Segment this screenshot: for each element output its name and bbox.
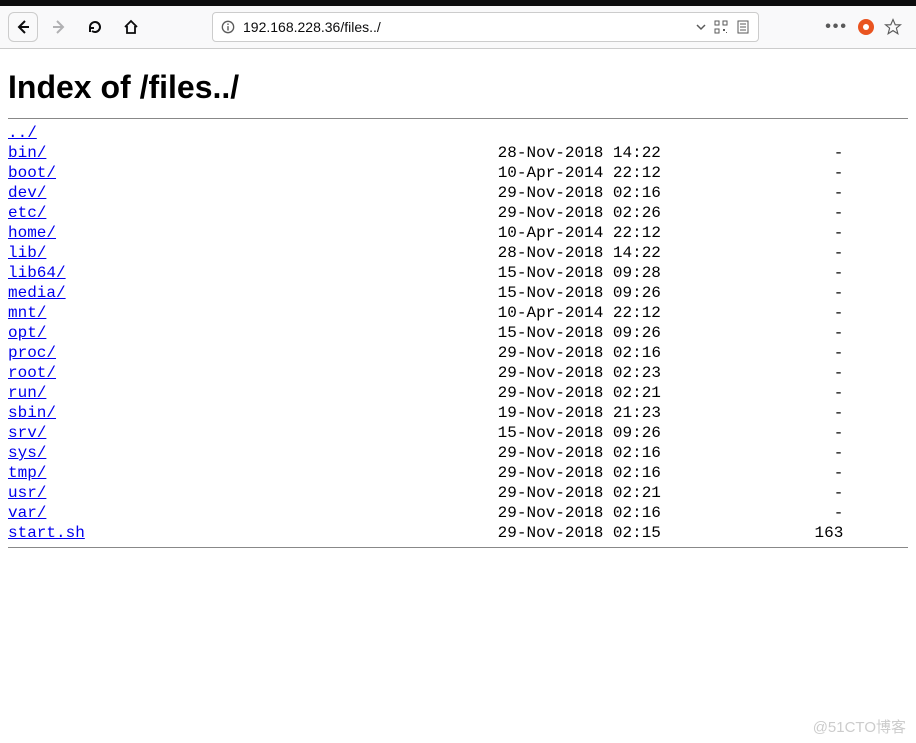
divider-top	[8, 118, 908, 119]
divider-bottom	[8, 547, 908, 548]
ubuntu-icon[interactable]	[858, 19, 874, 35]
listing-link[interactable]: srv/	[8, 424, 46, 442]
listing-link[interactable]: opt/	[8, 324, 46, 342]
listing-link[interactable]: mnt/	[8, 304, 46, 322]
listing-link[interactable]: root/	[8, 364, 56, 382]
listing-link[interactable]: start.sh	[8, 524, 85, 542]
listing-link[interactable]: tmp/	[8, 464, 46, 482]
listing-link[interactable]: lib/	[8, 244, 46, 262]
page-title: Index of /files../	[8, 69, 908, 106]
forward-button[interactable]	[44, 12, 74, 42]
reader-mode-icon[interactable]	[736, 20, 750, 34]
home-icon	[123, 19, 139, 35]
url-text[interactable]: 192.168.228.36/files../	[243, 19, 688, 35]
listing-link[interactable]: bin/	[8, 144, 46, 162]
reload-icon	[87, 19, 103, 35]
back-button[interactable]	[8, 12, 38, 42]
meatballs-icon[interactable]: •••	[825, 18, 848, 36]
home-button[interactable]	[116, 12, 146, 42]
arrow-right-icon	[51, 19, 67, 35]
listing-link[interactable]: proc/	[8, 344, 56, 362]
watermark: @51CTO博客	[813, 716, 906, 737]
toolbar: 192.168.228.36/files../ •••	[0, 6, 916, 48]
url-bar[interactable]: 192.168.228.36/files../	[212, 12, 759, 42]
listing-link[interactable]: etc/	[8, 204, 46, 222]
reload-button[interactable]	[80, 12, 110, 42]
parent-dir-link[interactable]: ../	[8, 124, 37, 142]
arrow-left-icon	[15, 19, 31, 35]
browser-chrome: 192.168.228.36/files../ •••	[0, 0, 916, 49]
listing-link[interactable]: var/	[8, 504, 46, 522]
listing-link[interactable]: dev/	[8, 184, 46, 202]
listing-link[interactable]: home/	[8, 224, 56, 242]
listing-link[interactable]: usr/	[8, 484, 46, 502]
listing-link[interactable]: run/	[8, 384, 46, 402]
listing-link[interactable]: boot/	[8, 164, 56, 182]
directory-listing: ../ bin/ 28-Nov-2018 14:22 - boot/ 10-Ap…	[8, 123, 908, 543]
qr-icon[interactable]	[714, 20, 728, 34]
listing-link[interactable]: lib64/	[8, 264, 66, 282]
listing-link[interactable]: sys/	[8, 444, 46, 462]
page-content: Index of /files../ ../ bin/ 28-Nov-2018 …	[0, 49, 916, 560]
bookmark-star-icon[interactable]	[884, 18, 902, 36]
listing-link[interactable]: sbin/	[8, 404, 56, 422]
info-icon[interactable]	[221, 20, 235, 34]
dropdown-icon[interactable]	[696, 22, 706, 32]
listing-link[interactable]: media/	[8, 284, 66, 302]
